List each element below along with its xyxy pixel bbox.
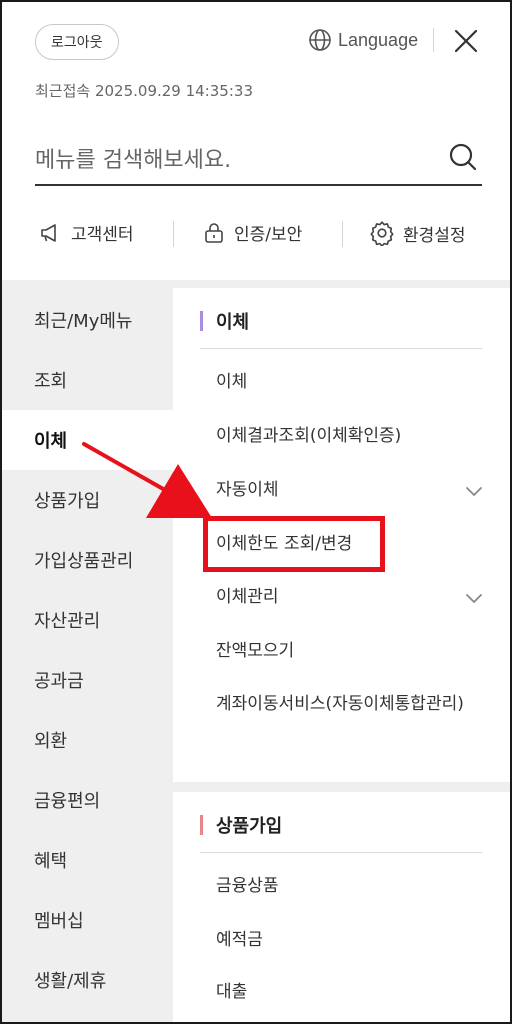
section-header-products: 상품가입 [200,810,282,840]
section-underline [200,852,482,853]
language-label: Language [338,29,419,50]
settings-label: 환경설정 [403,225,466,246]
language-button[interactable]: Language [308,26,418,54]
megaphone-icon [41,223,56,242]
section-accent-bar [200,311,203,331]
sidebar-item-inquiry[interactable]: 조회 [2,350,173,410]
sidebar-item-utility-bills[interactable]: 공과금 [2,650,173,710]
sidebar-item-financial-convenience[interactable]: 금융편의 [2,770,173,830]
section-underline [200,348,482,349]
search-icon[interactable] [448,142,478,172]
section-title: 이체 [216,312,250,333]
menu-content: 이체 이체 이체결과조회(이체확인증) 자동이체 이체한도 조회/변경 이체관리… [173,288,510,1022]
sidebar-item-product-management[interactable]: 가입상품관리 [2,530,173,590]
last-login-text: 최근접속 2025.09.29 14:35:33 [35,82,253,100]
sidebar-item-membership[interactable]: 멤버십 [2,890,173,950]
quick-links: 고객센터 인증/보안 환경설정 [35,212,482,256]
customer-center-link[interactable]: 고객센터 [39,220,134,245]
search-input[interactable] [35,140,435,180]
menu-item-balance-collection[interactable]: 잔액모으기 [216,638,481,664]
quick-divider [173,221,174,247]
menu-item-loans[interactable]: 대출 [216,979,481,1005]
pointer-arrow-icon [82,442,212,518]
menu-item-transfer-result[interactable]: 이체결과조회(이체확인증) [216,423,481,449]
chevron-down-icon[interactable] [464,484,484,498]
chevron-down-icon[interactable] [464,591,484,605]
category-sidebar: 최근/My메뉴 조회 이체 상품가입 가입상품관리 자산관리 공과금 외환 금융… [2,288,173,1022]
auth-security-link[interactable]: 인증/보안 [202,220,302,245]
lock-icon [205,222,223,243]
menu-item-auto-transfer[interactable]: 자동이체 [216,477,481,503]
sidebar-item-forex[interactable]: 외환 [2,710,173,770]
sidebar-item-benefits[interactable]: 혜택 [2,830,173,890]
app-frame: 로그아웃 Language 최근접속 2025.09.29 14:35:33 메… [0,0,512,1024]
section-divider [173,782,510,792]
section-accent-bar [200,815,203,835]
highlight-box [203,516,385,572]
menu-item-account-switch[interactable]: 계좌이동서비스(자동이체통합관리) [216,691,481,717]
section-divider [2,280,510,288]
close-button[interactable] [451,26,481,56]
search-bar [35,134,482,186]
globe-icon [309,29,331,51]
customer-center-label: 고객센터 [71,225,134,245]
menu-item-financial-products[interactable]: 금융상품 [216,873,481,899]
logout-button[interactable]: 로그아웃 [35,24,119,60]
menu-item-transfer-management[interactable]: 이체관리 [216,584,481,610]
section-header-transfer: 이체 [200,306,249,336]
gear-icon [370,221,394,246]
sidebar-item-assets[interactable]: 자산관리 [2,590,173,650]
settings-link[interactable]: 환경설정 [369,220,466,246]
quick-divider [342,221,343,247]
sidebar-item-lifestyle[interactable]: 생활/제휴 [2,950,173,1010]
section-title: 상품가입 [216,816,283,837]
header-divider [433,28,434,52]
sidebar-item-recent[interactable]: 최근/My메뉴 [2,290,173,350]
menu-item-deposits[interactable]: 예적금 [216,927,481,953]
auth-security-label: 인증/보안 [234,225,303,245]
close-icon [454,29,478,53]
menu-item-transfer[interactable]: 이체 [216,369,481,395]
